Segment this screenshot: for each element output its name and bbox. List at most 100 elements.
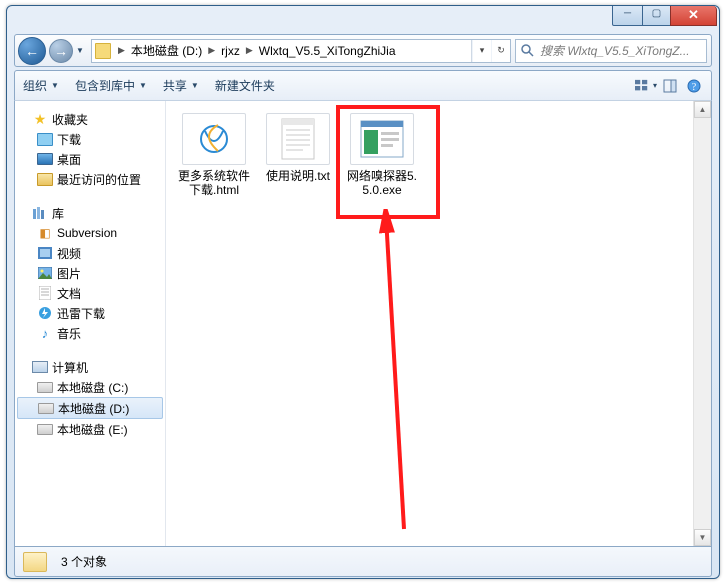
preview-pane-button[interactable] [659,75,681,97]
refresh-button[interactable]: ↻ [491,40,510,62]
organize-menu[interactable]: 组织▼ [23,77,59,94]
search-input[interactable]: 搜索 Wlxtq_V5.5_XiTongZ... [515,39,707,63]
tree-group-libraries: 库 ◧ Subversion 视频 图片 文档 迅雷下载 ♪音乐 [15,203,165,343]
back-button[interactable]: ← [18,37,46,65]
chevron-down-icon: ▼ [51,81,59,90]
drive-icon [38,400,54,416]
tree-item-video[interactable]: 视频 [15,243,165,263]
file-item-html[interactable]: 更多系统软件下载.html [174,113,254,197]
tree-label: 收藏夹 [52,111,88,128]
chevron-down-icon: ▾ [480,45,485,56]
tree-label: 本地磁盘 (E:) [57,421,128,438]
computer-icon [32,359,48,375]
tree-label: 计算机 [52,359,88,376]
svg-text:?: ? [692,82,697,93]
include-in-library-menu[interactable]: 包含到库中▼ [75,77,147,94]
minimize-button[interactable]: ─ [612,6,643,26]
search-icon [520,43,536,59]
txt-file-icon [266,113,330,165]
tree-item-drive-c[interactable]: 本地磁盘 (C:) [15,377,165,397]
titlebar[interactable]: ─ ▢ ✕ [7,6,719,34]
maximize-button[interactable]: ▢ [642,6,671,26]
music-icon: ♪ [37,325,53,341]
tree-item-drive-e[interactable]: 本地磁盘 (E:) [15,419,165,439]
tree-label: 本地磁盘 (D:) [58,400,129,417]
drive-icon [37,379,53,395]
tree-label: 文档 [57,285,81,302]
tree-label: 本地磁盘 (C:) [57,379,128,396]
tree-group-favorites: ★ 收藏夹 下载 桌面 最近访问的位置 [15,109,165,189]
drive-icon [37,421,53,437]
document-icon [37,285,53,301]
arrow-left-icon: ← [25,44,39,58]
history-dropdown[interactable]: ▼ [73,46,87,55]
breadcrumb-item[interactable]: Wlxtq_V5.5_XiTongZhiJia [257,44,398,58]
view-icon [635,79,649,93]
file-label: 使用说明.txt [258,169,338,183]
tree-item-subversion[interactable]: ◧ Subversion [15,223,165,243]
breadcrumb-item[interactable]: 本地磁盘 (D:) [129,42,204,59]
tree-item-drive-d[interactable]: 本地磁盘 (D:) [17,397,163,419]
desktop-icon [37,151,53,167]
tree-item-document[interactable]: 文档 [15,283,165,303]
chevron-down-icon: ▼ [191,81,199,90]
library-icon [32,205,48,221]
tree-label: 最近访问的位置 [57,171,141,188]
recent-icon [37,171,53,187]
address-dropdown[interactable]: ▾ [472,40,491,62]
tree-label: Subversion [57,226,117,240]
folder-icon [23,552,47,572]
address-bar[interactable]: ▶ 本地磁盘 (D:) ▶ rjxz ▶ Wlxtq_V5.5_XiTongZh… [91,39,511,63]
new-folder-button[interactable]: 新建文件夹 [215,77,275,94]
tree-label: 下载 [57,131,81,148]
tree-item-recent[interactable]: 最近访问的位置 [15,169,165,189]
tree-item-music[interactable]: ♪音乐 [15,323,165,343]
tree-label: 视频 [57,245,81,262]
subversion-icon: ◧ [37,225,53,241]
forward-button[interactable]: → [49,39,73,63]
tree-label: 音乐 [57,325,81,342]
tree-item-desktop[interactable]: 桌面 [15,149,165,169]
scroll-up-button[interactable]: ▲ [694,101,711,118]
tree-label: 库 [52,205,64,222]
arrow-right-icon: → [54,44,68,58]
exe-file-icon [350,113,414,165]
pane-resizer[interactable] [161,101,165,546]
file-label: 网络嗅探器5.5.0.exe [342,169,422,197]
explorer-window: ─ ▢ ✕ ← → ▼ ▶ 本地磁盘 (D:) ▶ rjxz ▶ Wlxtq_V… [6,5,720,579]
help-button[interactable]: ? [683,75,705,97]
video-icon [37,245,53,261]
file-item-exe[interactable]: 网络嗅探器5.5.0.exe [342,113,422,197]
tree-item-downloads[interactable]: 下载 [15,129,165,149]
navigation-pane[interactable]: ★ 收藏夹 下载 桌面 最近访问的位置 库 ◧ Subversion 视频 图片 [15,101,166,546]
share-menu[interactable]: 共享▼ [163,77,199,94]
tree-label: 迅雷下载 [57,305,105,322]
scroll-down-button[interactable]: ▼ [694,529,711,546]
download-folder-icon [37,131,53,147]
breadcrumb-sep: ▶ [242,45,257,56]
explorer-body: ★ 收藏夹 下载 桌面 最近访问的位置 库 ◧ Subversion 视频 图片 [14,100,712,547]
tree-label: 图片 [57,265,81,282]
status-count: 3 个对象 [61,553,107,570]
chevron-down-icon: ▾ [653,81,657,90]
file-list-pane[interactable]: 更多系统软件下载.html 使用说明.txt 网络嗅探器5.5.0.exe [166,101,711,546]
xunlei-icon [37,305,53,321]
picture-icon [37,265,53,281]
breadcrumb-sep: ▶ [204,45,219,56]
view-options-button[interactable]: ▾ [635,75,657,97]
star-icon: ★ [32,111,48,127]
tree-node-libraries[interactable]: 库 [15,203,165,223]
tree-item-xunlei[interactable]: 迅雷下载 [15,303,165,323]
tree-item-picture[interactable]: 图片 [15,263,165,283]
nav-bar: ← → ▼ ▶ 本地磁盘 (D:) ▶ rjxz ▶ Wlxtq_V5.5_Xi… [14,34,712,67]
search-placeholder: 搜索 Wlxtq_V5.5_XiTongZ... [536,42,706,59]
tree-node-computer[interactable]: 计算机 [15,357,165,377]
file-item-txt[interactable]: 使用说明.txt [258,113,338,197]
breadcrumb-item[interactable]: rjxz [219,44,242,58]
close-button[interactable]: ✕ [670,6,717,26]
chevron-down-icon: ▼ [76,46,84,55]
refresh-icon: ↻ [497,45,505,56]
help-icon: ? [687,79,701,93]
tree-node-favorites[interactable]: ★ 收藏夹 [15,109,165,129]
vertical-scrollbar[interactable]: ▲ ▼ [693,101,711,546]
